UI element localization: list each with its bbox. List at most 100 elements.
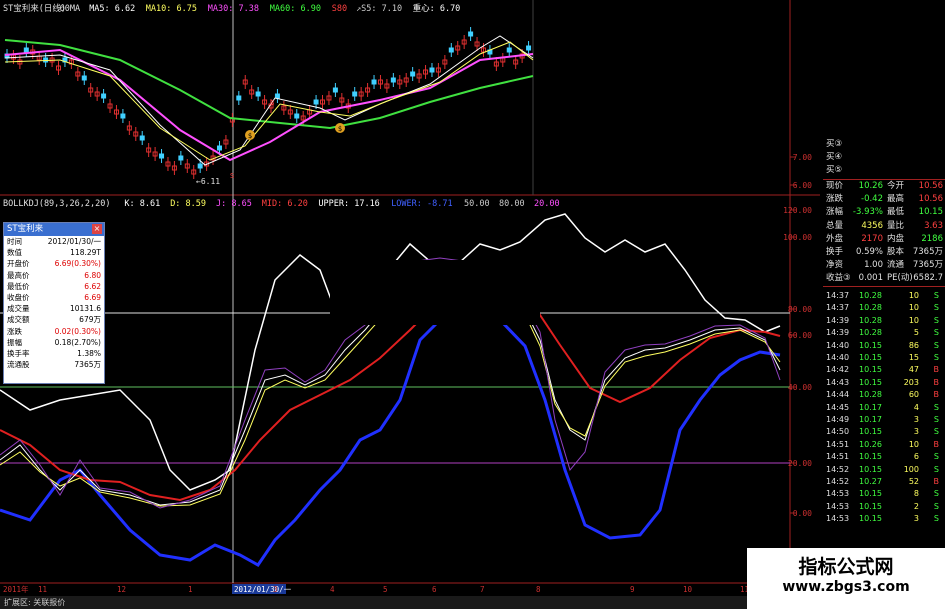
candle-body: [371, 79, 377, 85]
chart-canvas[interactable]: 7.006.00120.00100.0080.0060.0040.0020.00…: [0, 0, 945, 609]
quote-stat-value: -3.93%: [852, 207, 883, 218]
quote-stat-value: 10.15: [918, 207, 943, 218]
indicator-header-item: 50.00: [464, 199, 490, 209]
tick-row: 14:39 10.28 5 S: [823, 327, 945, 339]
tick-time: 14:52: [826, 464, 850, 474]
tick-volume: 60: [908, 390, 919, 400]
time-axis-label: 1: [188, 585, 193, 594]
quote-stat-row: 换手 0.59% 股本 7365万: [823, 246, 945, 259]
candle-body: [429, 67, 435, 73]
watermark-url: www.zbgs3.com: [782, 579, 910, 595]
tick-price: 10.15: [859, 501, 882, 511]
tick-time: 14:42: [826, 365, 850, 375]
tick-volume: 47: [908, 365, 919, 375]
quote-stat-label: 总量: [826, 220, 844, 231]
tick-side: S: [933, 452, 939, 462]
sell-signal: S: [230, 172, 234, 180]
candle-body: [120, 113, 126, 119]
tick-price: 10.15: [859, 464, 882, 474]
time-axis-label: 5: [383, 585, 388, 594]
tick-row: 14:43 10.15 203 B: [823, 377, 945, 389]
indicator-axis-label: 120.00: [783, 206, 812, 215]
quote-stat-label: 现价: [826, 181, 844, 191]
data-window-value: 6.80: [84, 270, 101, 280]
tick-row: 14:45 10.17 4 S: [823, 402, 945, 414]
data-window-row: 换手率 1.38%: [4, 348, 104, 359]
candle-body: [101, 93, 107, 99]
quote-stat-value: 4356: [861, 220, 883, 231]
tick-side: B: [933, 439, 940, 449]
data-window-row: 涨跌 0.02(0.30%): [4, 326, 104, 337]
quote-stat-value: 0.001: [858, 273, 883, 284]
data-window-value: 2012/01/30/一: [47, 237, 101, 246]
quote-stat-value: 10.26: [858, 181, 883, 191]
data-window-value: 679万: [79, 315, 101, 325]
tick-side: S: [933, 501, 939, 511]
tick-volume: 203: [903, 377, 919, 387]
data-window-key: 开盘价: [7, 259, 30, 269]
quote-separator: [823, 179, 945, 180]
tick-time: 14:53: [826, 489, 850, 499]
tick-time: 14:44: [826, 390, 850, 400]
tick-row: 14:50 10.15 3 S: [823, 426, 945, 438]
tick-row: 14:37 10.28 10 S: [823, 302, 945, 314]
candle-body: [216, 145, 222, 151]
tick-row: 14:37 10.28 10 S: [823, 290, 945, 302]
tick-volume: 3: [913, 427, 919, 437]
data-window-key: 数值: [7, 248, 22, 258]
tick-volume: 5: [913, 328, 919, 338]
quote-stat-value: 3.63: [924, 220, 943, 231]
tick-row: 14:42 10.15 47 B: [823, 364, 945, 376]
close-icon[interactable]: ×: [92, 224, 102, 234]
watermark: 指标公式网 www.zbgs3.com: [747, 548, 945, 609]
indicator-axis-label: 100.00: [783, 233, 812, 242]
tick-row: 14:52 10.27 52 B: [823, 476, 945, 488]
tick-price: 10.15: [859, 489, 882, 499]
data-window-value: 6.69(0.30%): [54, 259, 101, 269]
data-window-value: 0.02(0.30%): [54, 326, 101, 336]
tick-volume: 100: [903, 464, 919, 474]
quote-stat-label: 量比: [887, 220, 905, 231]
tick-time: 14:40: [826, 353, 850, 362]
quote-stat-label: 换手: [826, 247, 844, 257]
data-window-title-bar[interactable]: ST宝利来 ×: [4, 223, 104, 236]
tick-side: S: [933, 291, 939, 300]
tick-row: 14:52 10.15 100 S: [823, 464, 945, 476]
tick-side: S: [933, 489, 939, 499]
candle-body: [197, 163, 203, 169]
indicator-header-item: 80.00: [499, 199, 525, 209]
tick-row: 14:40 10.15 86 S: [823, 340, 945, 352]
data-window-row: 最高价 6.80: [4, 270, 104, 281]
tick-price: 10.17: [859, 402, 882, 412]
time-axis-label: 3: [273, 585, 278, 594]
quote-stat-label: 净资: [826, 260, 844, 271]
data-window-value: 0.18(2.70%): [54, 337, 101, 347]
data-window-key: 最低价: [7, 281, 30, 291]
candle-body: [313, 99, 319, 105]
price-header-item: ST宝利来(日线): [3, 4, 66, 14]
crosshair-date: 2012/01/30/一: [234, 585, 292, 594]
data-window-key: 时间: [7, 237, 22, 246]
quote-panel: 买③ 买④ 买⑤ 现价 10.26 今开 10.56 涨跌 -0.42 最高 10.56 涨幅 -3.9…: [823, 132, 945, 609]
quote-stat-label: 收益③: [826, 273, 851, 284]
tick-row: 14:49 10.17 3 S: [823, 414, 945, 426]
time-axis-label: 12: [117, 585, 126, 594]
data-window[interactable]: ST宝利来 × 时间 2012/01/30/一 数值 118.29T 开盘价 6.69(0…: [3, 222, 105, 384]
data-window-value: 1.38%: [77, 348, 101, 358]
tick-volume: 10: [908, 303, 919, 313]
time-axis-label: 11: [38, 585, 47, 594]
candle-body: [526, 45, 532, 51]
tick-volume: 15: [908, 353, 919, 362]
indicator-header-item: D: 8.59: [170, 199, 207, 209]
tick-side: S: [933, 464, 939, 474]
tick-row: 14:51 10.15 6 S: [823, 451, 945, 463]
candle-body: [274, 93, 280, 99]
tick-volume: 52: [908, 477, 919, 486]
watermark-title: 指标公式网: [798, 556, 894, 578]
tick-volume: 86: [908, 340, 919, 350]
tick-volume: 8: [913, 489, 919, 499]
tick-row: 14:53 10.15 3 S: [823, 513, 945, 525]
data-window-title: ST宝利来: [7, 224, 44, 234]
data-window-value: 7365万: [74, 360, 101, 370]
tick-price: 10.26: [859, 439, 882, 449]
